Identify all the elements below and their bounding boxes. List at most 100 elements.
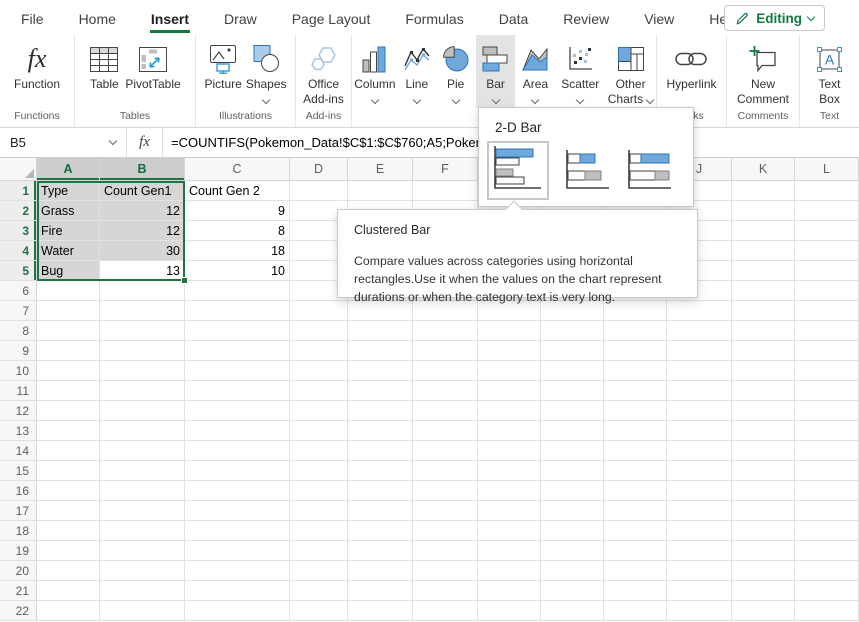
cell-A9[interactable] [37, 341, 100, 361]
line-chart-button[interactable]: Line [398, 35, 436, 108]
cell-G20[interactable] [478, 561, 541, 581]
col-header-L[interactable]: L [795, 158, 859, 181]
cell-A14[interactable] [37, 441, 100, 461]
row-header-2[interactable]: 2 [0, 201, 37, 221]
cell-H13[interactable] [541, 421, 604, 441]
cell-D7[interactable] [290, 301, 348, 321]
cell-I10[interactable] [604, 361, 667, 381]
row-header-20[interactable]: 20 [0, 561, 37, 581]
cell-K18[interactable] [732, 521, 795, 541]
shapes-button[interactable]: Shapes [246, 35, 287, 108]
cell-G10[interactable] [478, 361, 541, 381]
cell-C9[interactable] [185, 341, 290, 361]
row-header-15[interactable]: 15 [0, 461, 37, 481]
cell-L22[interactable] [795, 601, 859, 621]
cell-C4[interactable]: 18 [185, 241, 290, 261]
cell-L21[interactable] [795, 581, 859, 601]
cell-C13[interactable] [185, 421, 290, 441]
row-header-3[interactable]: 3 [0, 221, 37, 241]
tab-data[interactable]: Data [498, 3, 530, 33]
hyperlink-button[interactable]: Hyperlink [666, 35, 716, 108]
row-header-7[interactable]: 7 [0, 301, 37, 321]
cell-A19[interactable] [37, 541, 100, 561]
cell-J19[interactable] [667, 541, 732, 561]
cell-D19[interactable] [290, 541, 348, 561]
row-header-19[interactable]: 19 [0, 541, 37, 561]
cell-F17[interactable] [413, 501, 478, 521]
cell-F8[interactable] [413, 321, 478, 341]
bar-chart-button[interactable]: Bar [476, 35, 516, 108]
cell-G13[interactable] [478, 421, 541, 441]
row-header-9[interactable]: 9 [0, 341, 37, 361]
cell-K17[interactable] [732, 501, 795, 521]
cell-I20[interactable] [604, 561, 667, 581]
cell-L12[interactable] [795, 401, 859, 421]
cell-I14[interactable] [604, 441, 667, 461]
cell-D13[interactable] [290, 421, 348, 441]
cell-E17[interactable] [348, 501, 413, 521]
clustered-bar-option[interactable] [487, 141, 549, 200]
cell-H11[interactable] [541, 381, 604, 401]
cell-A16[interactable] [37, 481, 100, 501]
cell-L3[interactable] [795, 221, 859, 241]
table-button[interactable]: Table [89, 35, 119, 108]
cell-K10[interactable] [732, 361, 795, 381]
cell-I16[interactable] [604, 481, 667, 501]
cell-A11[interactable] [37, 381, 100, 401]
cell-L4[interactable] [795, 241, 859, 261]
cell-D8[interactable] [290, 321, 348, 341]
cell-B19[interactable] [100, 541, 185, 561]
cell-J11[interactable] [667, 381, 732, 401]
cell-C21[interactable] [185, 581, 290, 601]
tab-review[interactable]: Review [562, 3, 610, 33]
cell-F15[interactable] [413, 461, 478, 481]
cell-A7[interactable] [37, 301, 100, 321]
row-header-16[interactable]: 16 [0, 481, 37, 501]
cell-K11[interactable] [732, 381, 795, 401]
cell-A3[interactable]: Fire [37, 221, 100, 241]
cell-C14[interactable] [185, 441, 290, 461]
cell-E19[interactable] [348, 541, 413, 561]
cell-D16[interactable] [290, 481, 348, 501]
cell-L11[interactable] [795, 381, 859, 401]
col-header-F[interactable]: F [413, 158, 478, 181]
pivottable-button[interactable]: PivotTable [125, 35, 180, 108]
cell-G16[interactable] [478, 481, 541, 501]
cell-D10[interactable] [290, 361, 348, 381]
cell-F20[interactable] [413, 561, 478, 581]
col-header-C[interactable]: C [185, 158, 290, 181]
cell-L7[interactable] [795, 301, 859, 321]
col-header-A[interactable]: A [37, 158, 100, 181]
cell-F11[interactable] [413, 381, 478, 401]
cell-H21[interactable] [541, 581, 604, 601]
cell-B3[interactable]: 12 [100, 221, 185, 241]
cell-I9[interactable] [604, 341, 667, 361]
cell-H19[interactable] [541, 541, 604, 561]
cell-B4[interactable]: 30 [100, 241, 185, 261]
cell-J13[interactable] [667, 421, 732, 441]
cell-C22[interactable] [185, 601, 290, 621]
cell-H22[interactable] [541, 601, 604, 621]
cell-E8[interactable] [348, 321, 413, 341]
cell-L19[interactable] [795, 541, 859, 561]
cell-I17[interactable] [604, 501, 667, 521]
cell-B14[interactable] [100, 441, 185, 461]
cell-A6[interactable] [37, 281, 100, 301]
col-header-K[interactable]: K [732, 158, 795, 181]
cell-H10[interactable] [541, 361, 604, 381]
row-header-5[interactable]: 5 [0, 261, 37, 281]
hundred-percent-stacked-bar-option[interactable] [627, 145, 673, 195]
cell-A22[interactable] [37, 601, 100, 621]
cell-K2[interactable] [732, 201, 795, 221]
cell-B17[interactable] [100, 501, 185, 521]
cell-E1[interactable] [348, 181, 413, 201]
cell-G11[interactable] [478, 381, 541, 401]
cell-K3[interactable] [732, 221, 795, 241]
cell-I15[interactable] [604, 461, 667, 481]
cell-L1[interactable] [795, 181, 859, 201]
cell-G21[interactable] [478, 581, 541, 601]
cell-L17[interactable] [795, 501, 859, 521]
col-header-B[interactable]: B [100, 158, 185, 181]
cell-G17[interactable] [478, 501, 541, 521]
cell-G14[interactable] [478, 441, 541, 461]
